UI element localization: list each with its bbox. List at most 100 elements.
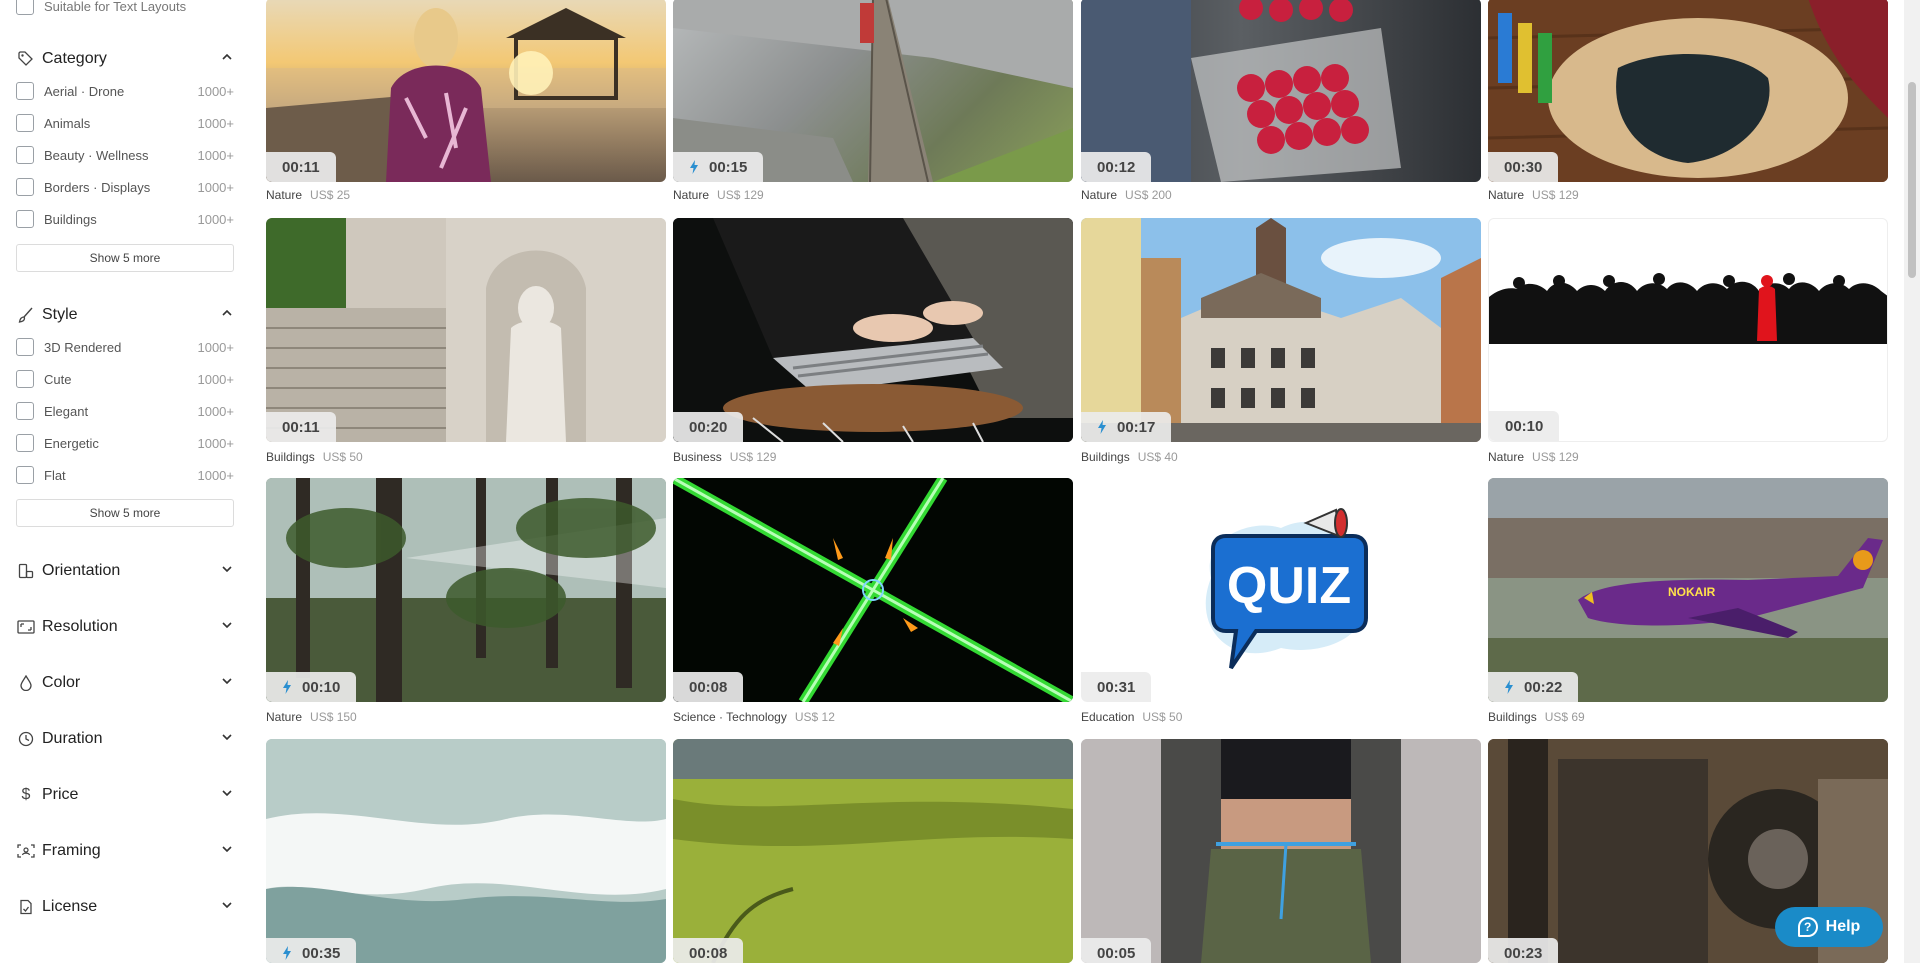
license-section-header[interactable]: License (16, 894, 234, 920)
color-section-header[interactable]: Color (16, 670, 234, 696)
category-show-more-button[interactable]: Show 5 more (16, 244, 234, 272)
duration-badge: 00:11 (266, 152, 336, 182)
video-thumbnail[interactable]: 00:12 (1081, 0, 1481, 182)
filter-label: Beauty · Wellness (44, 147, 149, 163)
video-meta: Education US$ 50 (1081, 710, 1182, 724)
price-section-header[interactable]: $ Price (16, 782, 234, 808)
section-title: Style (42, 306, 78, 323)
video-thumbnail[interactable]: 00:11 (266, 0, 666, 182)
video-price: US$ 12 (794, 710, 835, 724)
duration-text: 00:15 (709, 158, 748, 176)
video-thumbnail[interactable]: 00:08 (673, 478, 1073, 702)
airplane-takeoff-image: NOKAIR (1488, 478, 1888, 702)
filter-checkbox-energetic[interactable]: Energetic 1000+ (16, 431, 234, 455)
duration-text: 00:22 (1524, 678, 1563, 696)
fast-download-icon (1505, 680, 1513, 694)
video-category[interactable]: Science · Technology (673, 710, 787, 724)
video-thumbnail[interactable]: 00:11 (266, 218, 666, 442)
filter-checkbox-beauty-wellness[interactable]: Beauty · Wellness 1000+ (16, 143, 234, 167)
category-section-header[interactable]: Category (16, 46, 234, 72)
checkbox[interactable] (16, 338, 34, 356)
filter-checkbox-borders-displays[interactable]: Borders · Displays 1000+ (16, 175, 234, 199)
video-category[interactable]: Nature (1488, 450, 1524, 464)
filter-sidebar: Suitable for Text Layouts Category Aeria… (0, 0, 266, 963)
video-thumbnail[interactable]: 00:30 (1488, 0, 1888, 182)
orientation-section-header[interactable]: Orientation (16, 558, 234, 584)
video-category[interactable]: Nature (266, 710, 302, 724)
checkbox[interactable] (16, 146, 34, 164)
section-title: License (42, 898, 98, 915)
filter-label: 3D Rendered (44, 339, 122, 355)
duration-badge: 00:17 (1081, 412, 1172, 442)
filter-checkbox-buildings[interactable]: Buildings 1000+ (16, 207, 234, 231)
dollar-icon: $ (21, 786, 31, 803)
video-category[interactable]: Buildings (1488, 710, 1537, 724)
video-category[interactable]: Business (673, 450, 722, 464)
filter-checkbox-elegant[interactable]: Elegant 1000+ (16, 399, 234, 423)
measuring-waist-image (1081, 739, 1481, 963)
video-thumbnail[interactable]: 00:15 (673, 0, 1073, 182)
video-price: US$ 50 (1142, 710, 1183, 724)
help-icon: ? (1797, 917, 1818, 937)
video-price: US$ 129 (1532, 450, 1579, 464)
video-thumbnail[interactable]: 00:20 (673, 218, 1073, 442)
duration-badge: 00:05 (1081, 938, 1152, 963)
statue-stairs-image (266, 218, 666, 442)
filter-checkbox-3d-rendered[interactable]: 3D Rendered 1000+ (16, 335, 234, 359)
duration-text: 00:08 (689, 944, 728, 962)
help-button[interactable]: ? Help (1775, 907, 1883, 947)
video-price: US$ 25 (310, 188, 351, 202)
checkbox[interactable] (16, 82, 34, 100)
filter-checkbox-aerial-drone[interactable]: Aerial · Drone 1000+ (16, 79, 234, 103)
video-thumbnail[interactable]: 00:08 (673, 739, 1073, 963)
scrollbar-thumb[interactable] (1908, 82, 1916, 278)
checkbox[interactable] (16, 466, 34, 484)
checkbox[interactable] (16, 178, 34, 196)
filter-label: Borders · Displays (44, 179, 151, 195)
filter-checkbox-animals[interactable]: Animals 1000+ (16, 111, 234, 135)
checkbox[interactable] (16, 434, 34, 452)
fast-download-icon (283, 680, 291, 694)
video-category[interactable]: Education (1081, 710, 1134, 724)
tag-icon (16, 49, 36, 69)
video-price: US$ 150 (310, 710, 357, 724)
resolution-section-header[interactable]: Resolution (16, 614, 234, 640)
duration-text: 00:23 (1504, 944, 1543, 962)
video-category[interactable]: Buildings (1081, 450, 1130, 464)
duration-section-header[interactable]: Duration (16, 726, 234, 752)
video-category[interactable]: Buildings (266, 450, 315, 464)
video-category[interactable]: Nature (1081, 188, 1117, 202)
checkbox[interactable] (16, 114, 34, 132)
video-thumbnail[interactable]: QUIZ 00:31 (1081, 478, 1481, 702)
video-category[interactable]: Nature (266, 188, 302, 202)
clock-icon (16, 729, 36, 749)
checkbox[interactable] (16, 0, 34, 15)
video-thumbnail[interactable]: 00:05 (1081, 739, 1481, 963)
filter-label: Aerial · Drone (44, 83, 125, 99)
filter-checkbox-text-layouts[interactable]: Suitable for Text Layouts (16, 0, 234, 18)
style-show-more-button[interactable]: Show 5 more (16, 499, 234, 527)
crowd-silhouette-image (1489, 273, 1887, 344)
license-icon (16, 897, 36, 917)
filter-label: Suitable for Text Layouts (44, 0, 187, 14)
filter-label: Buildings (44, 211, 97, 227)
page-scrollbar[interactable] (1904, 0, 1920, 963)
video-thumbnail[interactable]: 00:17 (1081, 218, 1481, 442)
video-category[interactable]: Nature (673, 188, 709, 202)
checkbox[interactable] (16, 370, 34, 388)
filter-checkbox-cute[interactable]: Cute 1000+ (16, 367, 234, 391)
chevron-down-icon (220, 898, 234, 912)
duration-text: 00:10 (1505, 417, 1544, 435)
duration-text: 00:20 (689, 418, 728, 436)
style-section-header[interactable]: Style (16, 302, 234, 328)
checkbox[interactable] (16, 210, 34, 228)
video-thumbnail[interactable]: 00:10 (1488, 218, 1888, 442)
filter-checkbox-flat[interactable]: Flat 1000+ (16, 463, 234, 487)
filter-label: Energetic (44, 435, 99, 451)
video-thumbnail[interactable]: 00:35 (266, 739, 666, 963)
framing-section-header[interactable]: Framing (16, 838, 234, 864)
video-thumbnail[interactable]: 00:10 (266, 478, 666, 702)
checkbox[interactable] (16, 402, 34, 420)
video-category[interactable]: Nature (1488, 188, 1524, 202)
video-thumbnail[interactable]: NOKAIR 00:22 (1488, 478, 1888, 702)
